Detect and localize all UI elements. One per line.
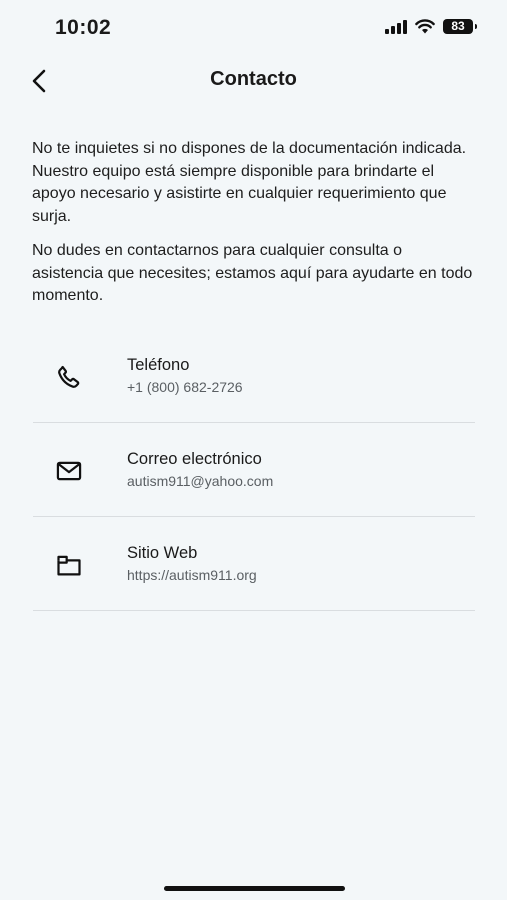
contact-label: Correo electrónico	[127, 450, 262, 468]
home-indicator[interactable]	[164, 886, 345, 891]
contact-value: autism911@yahoo.com	[127, 473, 274, 489]
contact-value: https://autism911.org	[127, 567, 257, 583]
intro-paragraph-2: No dudes en contactarnos para cualquier …	[32, 242, 473, 304]
wifi-icon	[415, 19, 435, 34]
contact-item-phone[interactable]: Teléfono +1 (800) 682-2726	[33, 329, 475, 423]
signal-icon	[385, 19, 407, 34]
website-icon	[57, 555, 81, 576]
contact-item-website[interactable]: Sitio Web https://autism911.org	[33, 517, 475, 611]
contact-label: Sitio Web	[127, 544, 198, 562]
contact-value: +1 (800) 682-2726	[127, 379, 243, 395]
header: Contacto	[0, 56, 507, 106]
contact-label: Teléfono	[127, 356, 190, 374]
status-time: 10:02	[55, 16, 112, 39]
phone-icon	[58, 365, 80, 388]
intro-paragraph-1: No te inquietes si no dispones de la doc…	[32, 140, 467, 225]
contact-list: Teléfono +1 (800) 682-2726 Correo electr…	[33, 329, 475, 611]
status-icons: 83	[385, 19, 477, 34]
mail-icon	[56, 461, 82, 481]
battery-icon: 83	[443, 19, 477, 34]
contact-item-email[interactable]: Correo electrónico autism911@yahoo.com	[33, 423, 475, 517]
intro-text: No te inquietes si no dispones de la doc…	[32, 138, 475, 320]
status-bar: 10:02 83	[0, 0, 507, 56]
page-title: Contacto	[210, 68, 297, 90]
